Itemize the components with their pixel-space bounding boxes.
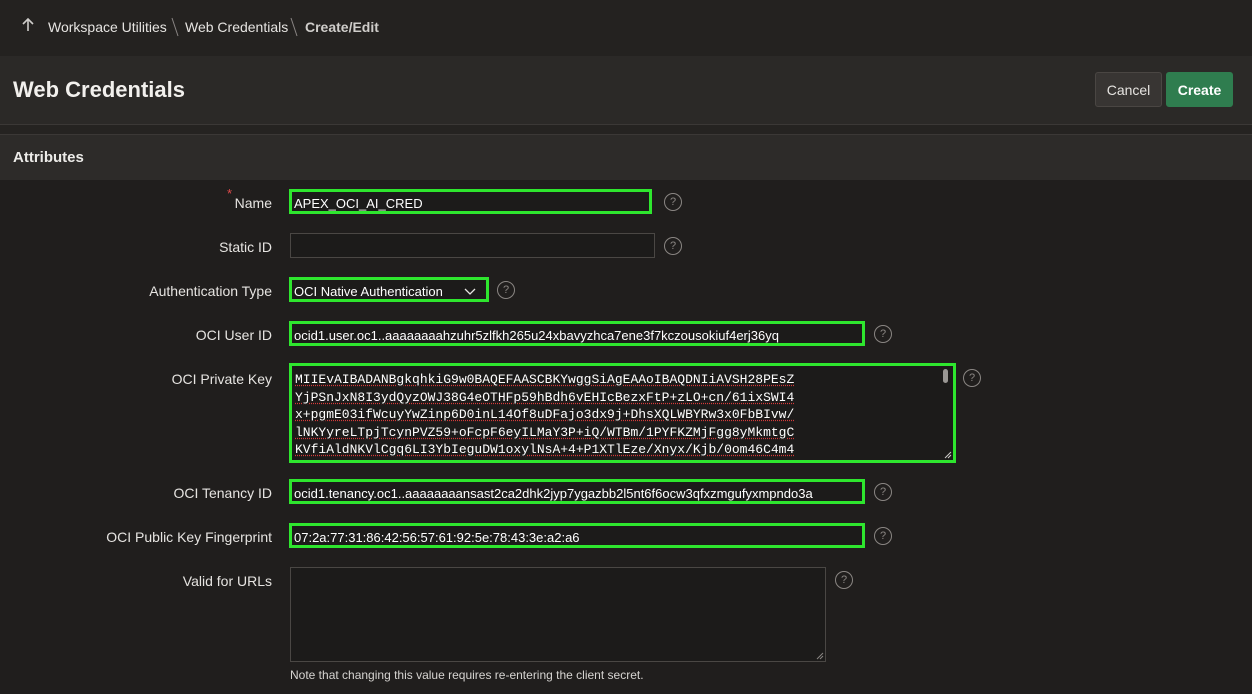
breadcrumb-workspace-utilities[interactable]: Workspace Utilities (48, 19, 167, 35)
auth-type-value: OCI Native Authentication (294, 284, 443, 299)
breadcrumb-current: Create/Edit (305, 19, 379, 35)
private-key-line: x+pgmE03ifWcuyYwZinp6D0inL14Of8uDFajo3dx… (295, 407, 795, 422)
private-key-line: MIIEvAIBADANBgkqhkiG9w0BAQEFAASCBKYwggSi… (295, 372, 795, 387)
valid-urls-help-icon[interactable]: ? (835, 571, 853, 589)
oci-fingerprint-value: 07:2a:77:31:86:42:56:57:61:92:5e:78:43:3… (294, 530, 580, 545)
resize-handle-icon[interactable] (816, 652, 824, 660)
oci-tenancy-id-value: ocid1.tenancy.oc1..aaaaaaaansast2ca2dhk2… (294, 486, 813, 501)
region-spacer (0, 125, 1252, 134)
oci-tenancy-id-help-icon[interactable]: ? (874, 483, 892, 501)
oci-private-key-textarea[interactable]: MIIEvAIBADANBgkqhkiG9w0BAQEFAASCBKYwggSi… (289, 363, 956, 463)
valid-urls-note: Note that changing this value requires r… (290, 668, 644, 682)
oci-fingerprint-input[interactable]: 07:2a:77:31:86:42:56:57:61:92:5e:78:43:3… (289, 523, 865, 548)
chevron-down-icon (464, 288, 476, 295)
valid-urls-textarea[interactable] (290, 567, 826, 662)
oci-user-id-value: ocid1.user.oc1..aaaaaaaahzuhr5zlfkh265u2… (294, 328, 779, 343)
static-id-help-icon[interactable]: ? (664, 237, 682, 255)
oci-fingerprint-help-icon[interactable]: ? (874, 527, 892, 545)
region-header: Attributes (0, 134, 1252, 181)
oci-user-id-input[interactable]: ocid1.user.oc1..aaaaaaaahzuhr5zlfkh265u2… (289, 321, 865, 346)
name-value: APEX_OCI_AI_CRED (294, 196, 423, 211)
arrow-up-icon[interactable] (21, 17, 35, 33)
resize-handle-icon[interactable] (944, 451, 952, 459)
private-key-line: KVfiAldNKVlCgq6LI3YbIeguDW1oxylNsA+4+P1X… (295, 442, 795, 457)
page-title: Web Credentials (13, 77, 185, 102)
region-title: Attributes (13, 149, 84, 166)
name-label: Name (234, 195, 272, 211)
oci-private-key-label: OCI Private Key (171, 371, 272, 387)
cancel-button[interactable]: Cancel (1095, 72, 1162, 107)
static-id-input[interactable] (290, 233, 655, 258)
oci-user-id-help-icon[interactable]: ? (874, 325, 892, 343)
breadcrumb-separator-icon (290, 17, 298, 37)
textarea-scrollbar[interactable] (943, 369, 948, 383)
required-marker: * (227, 186, 233, 201)
valid-urls-label: Valid for URLs (182, 573, 272, 589)
auth-type-select[interactable]: OCI Native Authentication (289, 277, 489, 302)
breadcrumb: Workspace Utilities Web Credentials Crea… (0, 0, 1252, 56)
breadcrumb-web-credentials[interactable]: Web Credentials (185, 19, 288, 35)
name-help-icon[interactable]: ? (664, 193, 682, 211)
oci-fingerprint-label: OCI Public Key Fingerprint (106, 529, 272, 545)
oci-tenancy-id-input[interactable]: ocid1.tenancy.oc1..aaaaaaaansast2ca2dhk2… (289, 479, 865, 504)
create-button[interactable]: Create (1166, 72, 1233, 107)
oci-user-id-label: OCI User ID (195, 327, 272, 343)
auth-type-help-icon[interactable]: ? (497, 281, 515, 299)
oci-tenancy-id-label: OCI Tenancy ID (173, 485, 272, 501)
name-input[interactable]: APEX_OCI_AI_CRED (289, 189, 652, 214)
page-header: Web Credentials Cancel Create (0, 56, 1252, 125)
oci-private-key-help-icon[interactable]: ? (963, 369, 981, 387)
private-key-line: YjPSnJxN8I3ydQyzOWJ38G4eOTHFp59hBdh6vEHI… (295, 389, 795, 405)
breadcrumb-separator-icon (171, 17, 179, 37)
static-id-label: Static ID (219, 239, 272, 255)
private-key-line: lNKYyreLTpjTcynPVZ59+oFcpF6eyILMaY3P+iQ/… (295, 424, 795, 440)
auth-type-label: Authentication Type (149, 283, 272, 299)
